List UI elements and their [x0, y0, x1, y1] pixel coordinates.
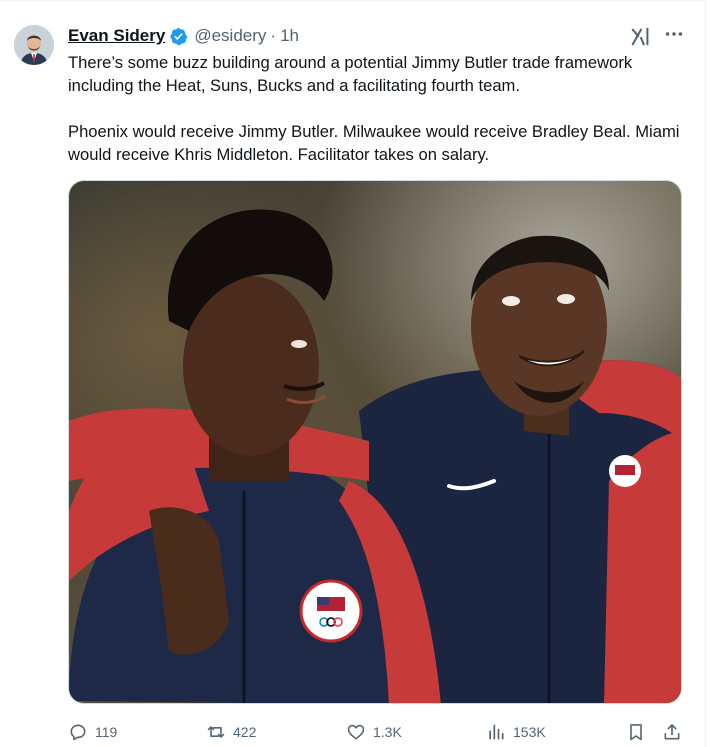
- reply-count: 119: [95, 724, 118, 740]
- reply-icon: [70, 724, 86, 741]
- grok-icon[interactable]: [630, 26, 652, 48]
- tweet-paragraph: Phoenix would receive Jimmy Butler. Milw…: [68, 122, 680, 164]
- repost-button[interactable]: 422: [206, 719, 256, 745]
- like-count: 1.3K: [373, 724, 402, 740]
- tweet-paragraph: There’s some buzz building around a pote…: [68, 53, 633, 95]
- separator-dot: ·: [270, 26, 277, 45]
- tweet-header: Evan Sidery @esidery · 1h: [68, 24, 299, 48]
- bookmark-icon: [630, 724, 642, 741]
- more-icon[interactable]: [663, 23, 685, 45]
- timestamp[interactable]: 1h: [280, 26, 299, 46]
- tweet-photo[interactable]: [68, 180, 682, 704]
- reply-button[interactable]: 119: [68, 719, 117, 745]
- views-button[interactable]: 153K: [486, 719, 546, 745]
- like-button[interactable]: 1.3K: [346, 719, 402, 745]
- repost-icon: [207, 726, 225, 738]
- views-icon: [489, 724, 504, 740]
- action-bar: 119 422 1.3K 153K: [68, 719, 688, 745]
- bookmark-button[interactable]: [626, 719, 653, 745]
- share-icon: [664, 724, 680, 740]
- tweet-text: There’s some buzz building around a pote…: [68, 51, 693, 166]
- tweet-card[interactable]: Evan Sidery @esidery · 1h There’s some b…: [0, 0, 706, 747]
- author-name[interactable]: Evan Sidery: [68, 26, 165, 46]
- like-icon: [347, 724, 365, 740]
- repost-count: 422: [233, 724, 257, 740]
- share-button[interactable]: [662, 719, 689, 745]
- view-count: 153K: [513, 724, 546, 740]
- verified-badge-icon: [169, 27, 188, 46]
- avatar[interactable]: [14, 25, 54, 65]
- author-handle[interactable]: @esidery: [194, 26, 266, 46]
